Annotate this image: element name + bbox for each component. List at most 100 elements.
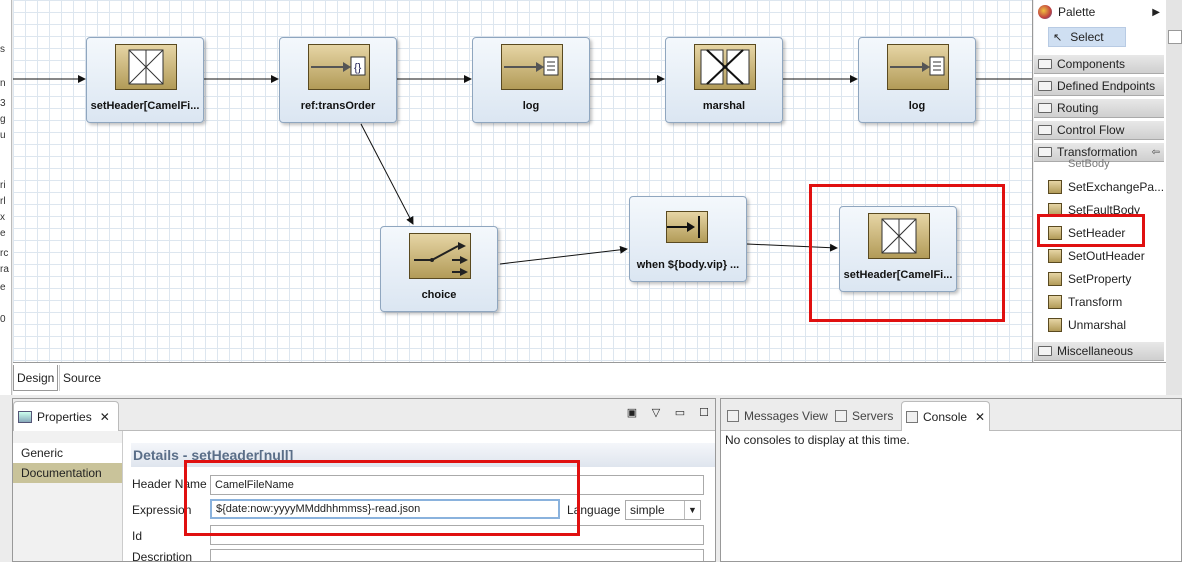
- drawer-components[interactable]: Components: [1034, 54, 1164, 74]
- connector-line: [360, 123, 414, 225]
- folder-icon: [1038, 125, 1052, 135]
- tab-properties[interactable]: Properties ✕: [13, 401, 119, 431]
- folder-icon: [1038, 81, 1052, 91]
- properties-side-tabs: Generic Documentation: [13, 431, 123, 561]
- log-icon: [887, 44, 949, 90]
- tab-label: Properties: [37, 409, 92, 424]
- left-text-fragment: n: [0, 78, 6, 89]
- minimized-view-icon[interactable]: [1168, 30, 1182, 44]
- minimize-icon[interactable]: ▭: [673, 405, 687, 419]
- left-text-fragment: rc: [0, 248, 9, 259]
- node-setheader[interactable]: setHeader[CamelFi...: [86, 37, 204, 123]
- drawer-label: Transformation: [1057, 145, 1138, 159]
- view-menu-icon[interactable]: ▽: [649, 405, 663, 419]
- connector-line: [499, 245, 628, 265]
- node-label: setHeader[CamelFi...: [90, 100, 200, 112]
- palette-item-setoutheader[interactable]: SetOutHeader: [1048, 246, 1145, 266]
- side-tab-documentation[interactable]: Documentation: [13, 463, 122, 483]
- new-view-icon[interactable]: ▣: [625, 405, 639, 419]
- palette-select-tool[interactable]: ↖ Select: [1048, 27, 1126, 47]
- node-ref-transorder[interactable]: {} ref:transOrder: [279, 37, 397, 123]
- palette-item-transform[interactable]: Transform: [1048, 292, 1122, 312]
- ide-window: s n 3 g u ri rl x e rc ra e 0 setHeader[…: [0, 0, 1182, 562]
- tab-label: Servers: [852, 409, 894, 423]
- description-input[interactable]: [210, 549, 704, 561]
- node-label: when ${body.vip} ...: [636, 259, 740, 271]
- side-tab-generic[interactable]: Generic: [13, 443, 122, 463]
- tab-design[interactable]: Design: [13, 365, 59, 391]
- palette-item-unmarshal[interactable]: Unmarshal: [1048, 315, 1126, 335]
- drawer-label: Defined Endpoints: [1057, 79, 1156, 93]
- side-tab-label: Generic: [21, 446, 64, 460]
- node-label: log: [908, 100, 926, 112]
- tab-servers[interactable]: Servers: [831, 401, 897, 431]
- messages-icon: [727, 410, 739, 422]
- transform-tool-icon: [1048, 272, 1062, 286]
- palette-item-setexchangepattern[interactable]: SetExchangePa...: [1048, 177, 1164, 197]
- properties-panel: Properties ✕ ▣ ▽ ▭ ☐ Generic Documentati…: [12, 398, 716, 562]
- drawer-label: Miscellaneous: [1057, 344, 1134, 358]
- folder-icon: [1038, 346, 1052, 356]
- transform-tool-icon: [1048, 295, 1062, 309]
- node-log[interactable]: log: [472, 37, 590, 123]
- side-tab-label: Documentation: [21, 466, 102, 480]
- node-label: ref:transOrder: [300, 100, 376, 112]
- expression-label: Expression: [132, 503, 192, 517]
- close-icon[interactable]: ✕: [975, 410, 985, 424]
- node-label: log: [522, 100, 540, 112]
- node-when[interactable]: when ${body.vip} ...: [629, 196, 747, 282]
- palette-collapse-icon[interactable]: ▶: [1152, 7, 1160, 18]
- palette-panel: Palette ▶ ↖ Select Components Defined En…: [1034, 0, 1166, 362]
- transform-tool-icon: [1048, 180, 1062, 194]
- palette-item-setproperty[interactable]: SetProperty: [1048, 269, 1131, 289]
- language-value: simple: [630, 503, 665, 517]
- annotation-highlight-node: [809, 184, 1005, 322]
- folder-open-icon: [1038, 147, 1052, 157]
- annotation-highlight-palette: [1037, 214, 1145, 247]
- left-text-fragment: x: [0, 212, 5, 223]
- node-marshal[interactable]: marshal: [665, 37, 783, 123]
- drawer-defined-endpoints[interactable]: Defined Endpoints: [1034, 76, 1164, 96]
- console-icon: [906, 410, 918, 423]
- left-text-fragment: g: [0, 114, 6, 125]
- when-arrow-icon: [666, 211, 708, 243]
- tab-messages-view[interactable]: Messages View: [723, 401, 832, 431]
- left-text-fragment: ra: [0, 264, 9, 275]
- drawer-control-flow[interactable]: Control Flow: [1034, 120, 1164, 140]
- pin-icon[interactable]: ⇦: [1152, 147, 1160, 158]
- palette-item-label: Unmarshal: [1068, 318, 1127, 332]
- drawer-label: Routing: [1057, 101, 1099, 115]
- left-text-fragment: 0: [0, 314, 6, 325]
- route-design-canvas[interactable]: setHeader[CamelFi... {} ref:transOrder l…: [13, 0, 1033, 362]
- chevron-down-icon: ▼: [684, 501, 700, 519]
- header-transform-icon: [115, 44, 177, 90]
- left-text-fragment: s: [0, 44, 5, 55]
- palette-icon: [1038, 5, 1052, 19]
- drawer-label: Control Flow: [1057, 123, 1125, 137]
- palette-header[interactable]: Palette ▶: [1034, 0, 1166, 24]
- choice-switch-icon: [409, 233, 471, 279]
- svg-text:{}: {}: [354, 62, 362, 74]
- tab-source[interactable]: Source: [59, 365, 104, 391]
- language-select[interactable]: simple ▼: [625, 500, 701, 520]
- left-text-fragment: rl: [0, 196, 6, 207]
- console-tab-bar: Messages View Servers Console ✕: [721, 399, 1181, 431]
- palette-item-setbody-partial[interactable]: SetBody: [1068, 158, 1110, 170]
- palette-item-label: SetExchangePa...: [1068, 180, 1165, 194]
- left-text-fragment: e: [0, 228, 6, 239]
- tab-console[interactable]: Console ✕: [901, 401, 991, 431]
- maximize-icon[interactable]: ☐: [697, 405, 711, 419]
- transform-tool-icon: [1048, 249, 1062, 263]
- palette-title: Palette: [1058, 5, 1096, 19]
- properties-tab-bar: Properties ✕ ▣ ▽ ▭ ☐: [13, 399, 715, 431]
- editor-tab-bar: Design Source: [13, 362, 1166, 395]
- tab-label: Messages View: [744, 409, 828, 423]
- log-icon: [501, 44, 563, 90]
- node-log[interactable]: log: [858, 37, 976, 123]
- drawer-routing[interactable]: Routing: [1034, 98, 1164, 118]
- drawer-miscellaneous[interactable]: Miscellaneous: [1034, 341, 1164, 361]
- node-choice[interactable]: choice: [380, 226, 498, 312]
- close-icon[interactable]: ✕: [100, 410, 110, 424]
- right-edge-strip: [1166, 0, 1182, 395]
- left-panel-clipped: s n 3 g u ri rl x e rc ra e 0: [0, 0, 12, 395]
